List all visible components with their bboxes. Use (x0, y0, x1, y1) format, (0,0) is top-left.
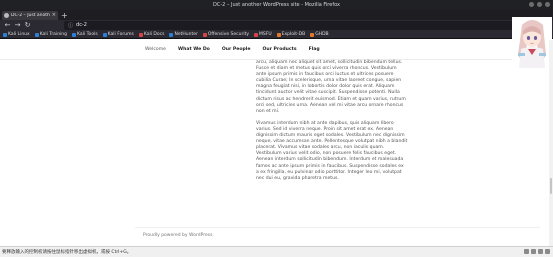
bookmark-label: Kali Tools (77, 32, 98, 37)
bookmark-icon (34, 32, 39, 37)
vm-status-bar: 要释放输入的控制权请按住鼠标指针移出虚拟机，或按 Ctrl+G。 (0, 246, 553, 257)
device-icon[interactable] (531, 249, 536, 254)
site-nav-what-we-do[interactable]: What We Do (178, 47, 210, 52)
web-page: Welcome What We Do Our People Our Products F… (0, 40, 553, 246)
site-nav-welcome[interactable]: Welcome (145, 47, 166, 52)
window-title: DC-2 – Just another WordPress site - Moz… (213, 2, 340, 8)
bookmark-item[interactable]: Kali Linux (3, 32, 30, 37)
bookmarks-bar: Kali Linux Kali Training Kali Tools Kali Fo… (0, 31, 553, 39)
bookmark-icon (3, 32, 7, 37)
bookmark-item[interactable]: Kali Docs (138, 32, 165, 37)
bookmark-label: Exploit-DB (281, 32, 306, 37)
forward-button[interactable]: → (13, 21, 22, 30)
bookmark-item[interactable]: Exploit-DB (276, 32, 306, 37)
anime-character-image (512, 17, 552, 68)
bookmark-icon (254, 32, 259, 37)
bookmark-label: Kali Forums (107, 32, 134, 37)
bookmark-icon (169, 32, 174, 37)
bookmark-icon (202, 32, 207, 37)
navigation-bar: ← → ↻ ⓘ dc-2 ≡ (0, 20, 553, 31)
bookmark-item[interactable]: Kali Forums (102, 32, 134, 37)
back-button[interactable]: ← (3, 21, 12, 30)
bookmark-label: Kali Linux (8, 32, 30, 37)
bookmark-icon (138, 32, 143, 37)
site-nav-our-people[interactable]: Our People (222, 47, 251, 52)
site-nav-items: Welcome What We Do Our People Our Products F… (145, 47, 332, 52)
bookmark-item[interactable]: NetHunter (169, 32, 198, 37)
bookmark-item[interactable]: Kali Tools (72, 32, 98, 37)
device-icon[interactable] (545, 249, 550, 254)
close-window-icon[interactable] (545, 2, 550, 7)
tab-bar: DC-2 – Just another Word × + (0, 10, 553, 20)
url-text[interactable]: dc-2 (76, 21, 87, 30)
maximize-icon[interactable] (537, 2, 542, 7)
bookmark-icon (72, 32, 77, 37)
tab-active[interactable]: DC-2 – Just another Word × (2, 11, 58, 20)
info-icon[interactable]: ⓘ (68, 22, 73, 29)
footer-divider (135, 227, 540, 228)
bookmark-icon (310, 32, 315, 37)
bookmark-item[interactable]: GHDB (310, 32, 329, 37)
bookmark-label: Offensive Security (207, 32, 250, 37)
post-content: arcu, aliquam nec aliquet sit amet, soll… (256, 60, 408, 188)
bookmark-label: Kali Docs (143, 32, 165, 37)
scrollbar-thumb[interactable] (550, 178, 552, 194)
title-bar: DC-2 – Just another WordPress site - Moz… (0, 0, 553, 10)
window-controls (529, 2, 550, 7)
bookmark-item[interactable]: MSFU (254, 32, 272, 37)
bookmark-label: NetHunter (174, 32, 198, 37)
status-tray (524, 249, 550, 254)
minimize-icon[interactable] (529, 2, 534, 7)
bookmark-label: Kali Training (39, 32, 68, 37)
footer-credit[interactable]: Proudly powered by WordPress. (143, 233, 214, 238)
bookmark-item[interactable]: Offensive Security (202, 32, 250, 37)
device-icon[interactable] (538, 249, 543, 254)
paragraph: Vivamus interdum nibh at ante dapibus, q… (256, 120, 408, 181)
site-navigation: Welcome What We Do Our People Our Products F… (0, 40, 546, 60)
status-text: 要释放输入的控制权请按住鼠标指针移出虚拟机，或按 Ctrl+G。 (2, 250, 132, 255)
url-bar[interactable]: ⓘ dc-2 (64, 21, 526, 30)
site-nav-our-products[interactable]: Our Products (263, 47, 297, 52)
reload-button[interactable]: ↻ (23, 21, 32, 30)
page-scrollbar[interactable] (549, 40, 553, 246)
bookmark-icon (276, 32, 281, 37)
site-nav-flag[interactable]: Flag (309, 47, 320, 52)
browser-window: DC-2 – Just another WordPress site - Moz… (0, 0, 553, 257)
bookmark-item[interactable]: Kali Training (34, 32, 68, 37)
bookmark-icon (102, 32, 107, 37)
favicon-icon (4, 13, 9, 18)
tab-label: DC-2 – Just another Word (11, 13, 50, 18)
paragraph: arcu, aliquam nec aliquet sit amet, soll… (256, 60, 406, 114)
bookmark-label: MSFU (259, 32, 272, 37)
bookmark-label: GHDB (315, 32, 329, 37)
new-tab-button[interactable]: + (61, 11, 68, 20)
tab-close-icon[interactable]: × (52, 13, 56, 18)
device-icon[interactable] (524, 249, 529, 254)
